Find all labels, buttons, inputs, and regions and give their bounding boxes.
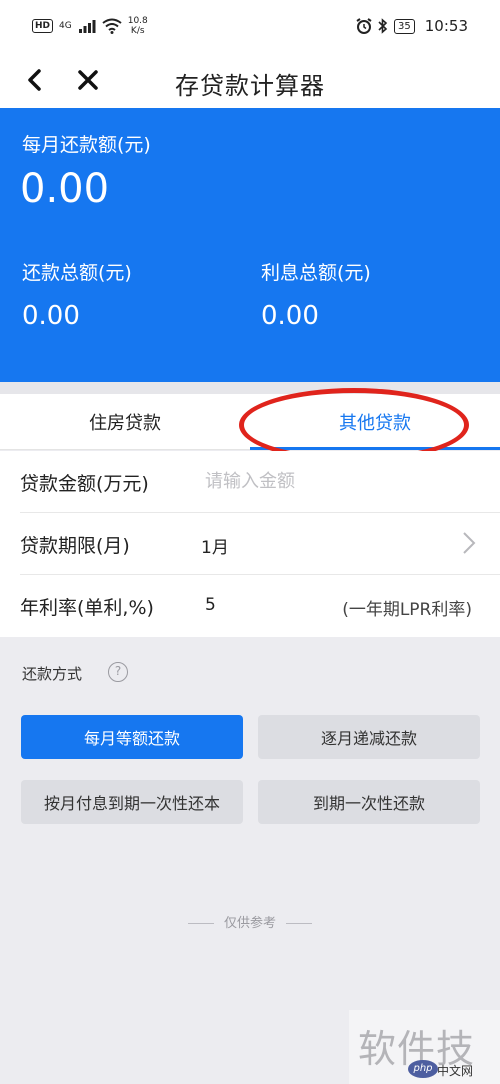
total-payment-value: 0.00 [22, 301, 80, 331]
hd-badge: HD [32, 19, 54, 33]
loan-term-label: 贷款期限(月) [20, 535, 130, 557]
declining-installment-button[interactable]: 逐月递减还款 [258, 715, 480, 759]
loan-amount-label: 贷款金额(万元) [20, 473, 149, 495]
watermark-logo: php [408, 1060, 438, 1078]
signal-icon [78, 20, 96, 33]
interest-rate-value[interactable]: 5 [205, 595, 216, 615]
summary-panel: 每月还款额(元) 0.00 还款总额(元) 0.00 利息总额(元) 0.00 [0, 108, 500, 382]
signal-label: 4G [59, 21, 72, 31]
net-speed: 10.8 K/s [128, 16, 148, 36]
section-divider [0, 382, 500, 394]
status-right: 35 10:53 [356, 17, 468, 35]
loan-term-value: 1月 [201, 538, 229, 558]
total-interest-value: 0.00 [261, 301, 319, 331]
watermark-sub: 中文网 [437, 1064, 474, 1078]
tab-other-loan[interactable]: 其他贷款 [250, 394, 500, 450]
status-time: 10:53 [424, 17, 468, 35]
footer-dash-right [286, 923, 312, 924]
alarm-icon [356, 18, 372, 34]
active-tab-indicator [250, 447, 500, 450]
loan-form: 贷款金额(万元) 贷款期限(月) 1月 年利率(单利,%) 5 (一年期LPR利… [0, 451, 500, 637]
interest-only-button[interactable]: 按月付息到期一次性还本 [21, 780, 243, 824]
footer-dash-left [187, 923, 214, 924]
net-speed-unit: K/s [130, 26, 145, 36]
net-speed-value: 10.8 [127, 16, 148, 26]
help-icon[interactable]: ? [108, 662, 128, 682]
footer-note: 仅供参考 [0, 912, 500, 931]
monthly-payment-label: 每月还款额(元) [22, 134, 151, 156]
total-payment-label: 还款总额(元) [22, 262, 132, 284]
interest-rate-note: (一年期LPR利率) [342, 600, 472, 620]
bluetooth-icon [378, 18, 388, 34]
wifi-icon [102, 18, 122, 34]
nav-bar: 存贷款计算器 [0, 52, 500, 108]
chevron-right-icon [463, 532, 476, 554]
tab-housing-loan[interactable]: 住房贷款 [0, 394, 250, 450]
footer-note-text: 仅供参考 [223, 916, 276, 931]
loan-term-row[interactable]: 贷款期限(月) 1月 [20, 513, 500, 575]
interest-rate-row: 年利率(单利,%) 5 (一年期LPR利率) [20, 575, 500, 637]
equal-installment-button[interactable]: 每月等额还款 [21, 715, 243, 759]
interest-rate-label: 年利率(单利,%) [20, 597, 154, 619]
loan-amount-input[interactable] [205, 465, 465, 497]
loan-amount-row: 贷款金额(万元) [20, 451, 500, 513]
monthly-payment-value: 0.00 [20, 166, 110, 212]
loan-type-tabs: 住房贷款 其他贷款 [0, 394, 500, 450]
status-left: HD 4G 10.8 K/s [32, 16, 148, 36]
lump-sum-button[interactable]: 到期一次性还款 [258, 780, 480, 824]
repayment-method-label: 还款方式 [22, 665, 83, 683]
total-interest-label: 利息总额(元) [261, 262, 371, 284]
battery-indicator: 35 [394, 18, 415, 34]
status-bar: HD 4G 10.8 K/s 35 10:53 [0, 0, 500, 52]
page-title: 存贷款计算器 [175, 72, 325, 100]
